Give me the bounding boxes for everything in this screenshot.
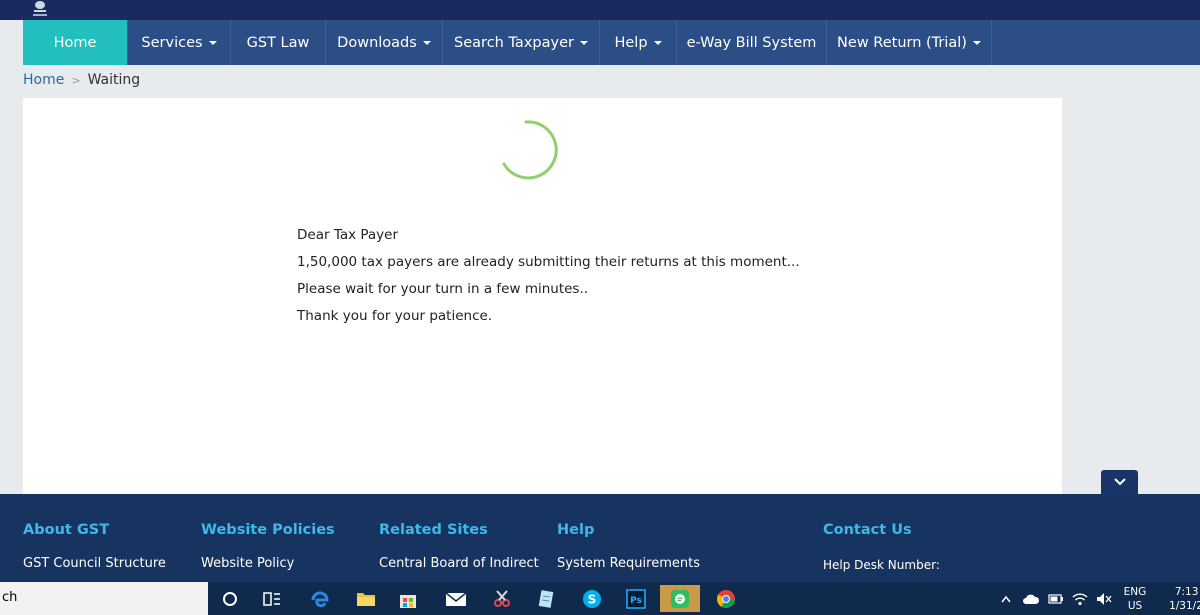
clock-time: 7:13 PM bbox=[1174, 585, 1200, 598]
waiting-message: Dear Tax Payer 1,50,000 tax payers are a… bbox=[297, 222, 800, 330]
chevron-down-icon bbox=[1113, 478, 1126, 486]
chevron-up-icon[interactable] bbox=[1000, 594, 1012, 604]
clock-date: 1/31/2020 bbox=[1169, 599, 1200, 612]
breadcrumb-separator-icon: > bbox=[71, 73, 81, 87]
emblem-logo-icon bbox=[33, 1, 47, 16]
chat-app-icon[interactable] bbox=[660, 585, 700, 612]
footer-link-cbic[interactable]: Central Board of Indirect bbox=[379, 556, 539, 571]
nav-search-taxpayer[interactable]: Search Taxpayer bbox=[443, 20, 600, 65]
footer-link-system-requirements[interactable]: System Requirements bbox=[557, 556, 700, 571]
nav-downloads-label: Downloads bbox=[337, 34, 417, 51]
breadcrumb: Home > Waiting bbox=[23, 72, 140, 88]
snipping-tool-icon[interactable] bbox=[482, 585, 522, 612]
nav-services-label: Services bbox=[141, 34, 203, 51]
skype-icon[interactable]: S bbox=[572, 585, 612, 612]
footer-help-column: Help System Requirements bbox=[557, 522, 700, 571]
nav-services[interactable]: Services bbox=[128, 20, 231, 65]
windows-taskbar: ch S Ps ENG US 7:13 1/31/2 bbox=[0, 582, 1200, 615]
loading-spinner-icon bbox=[502, 120, 558, 180]
nav-eway-bill-label: e-Way Bill System bbox=[686, 34, 817, 51]
system-tray: ENG US 7:13 PM 1/31/2020 bbox=[1000, 582, 1200, 615]
footer-link-gst-council[interactable]: GST Council Structure bbox=[23, 556, 166, 571]
region-code: US bbox=[1127, 599, 1143, 612]
main-navbar: Home Services GST Law Downloads Search T… bbox=[23, 20, 1200, 65]
footer-link-website-policy[interactable]: Website Policy bbox=[201, 556, 335, 571]
nav-new-return-label: New Return (Trial) bbox=[837, 34, 967, 51]
notepad-icon[interactable] bbox=[526, 585, 566, 612]
nav-gst-law-label: GST Law bbox=[246, 34, 310, 51]
chrome-icon[interactable] bbox=[706, 585, 746, 612]
nav-help[interactable]: Help bbox=[600, 20, 677, 65]
wifi-icon[interactable] bbox=[1072, 592, 1088, 606]
top-header-strip bbox=[0, 0, 1200, 20]
footer-policies-column: Website Policies Website Policy bbox=[201, 522, 335, 571]
footer-contact-column: Contact Us Help Desk Number: bbox=[823, 522, 940, 572]
nav-gst-law[interactable]: GST Law bbox=[231, 20, 326, 65]
footer-about-column: About GST GST Council Structure bbox=[23, 522, 166, 571]
message-load-info: 1,50,000 tax payers are already submitti… bbox=[297, 254, 800, 270]
breadcrumb-current: Waiting bbox=[87, 72, 141, 88]
language-code: ENG bbox=[1123, 585, 1147, 598]
footer-related-column: Related Sites Central Board of Indirect bbox=[379, 522, 539, 571]
nav-eway-bill[interactable]: e-Way Bill System bbox=[677, 20, 827, 65]
battery-icon[interactable] bbox=[1048, 593, 1064, 604]
caret-down-icon bbox=[653, 40, 662, 45]
nav-new-return[interactable]: New Return (Trial) bbox=[827, 20, 992, 65]
nav-downloads[interactable]: Downloads bbox=[326, 20, 443, 65]
nav-home-label: Home bbox=[53, 34, 97, 51]
cloud-icon[interactable] bbox=[1022, 593, 1040, 605]
footer-help-heading: Help bbox=[557, 522, 595, 538]
volume-muted-icon[interactable] bbox=[1096, 592, 1112, 606]
footer-policies-heading: Website Policies bbox=[201, 522, 335, 538]
footer-helpdesk-label: Help Desk Number: bbox=[823, 558, 940, 572]
taskbar-search-box[interactable]: ch bbox=[0, 582, 208, 615]
nav-help-label: Help bbox=[614, 34, 648, 51]
caret-down-icon bbox=[422, 40, 431, 45]
breadcrumb-home-link[interactable]: Home bbox=[23, 72, 64, 88]
taskbar-search-text: ch bbox=[2, 590, 18, 605]
photoshop-icon[interactable]: Ps bbox=[616, 585, 656, 612]
caret-down-icon bbox=[579, 40, 588, 45]
footer-contact-heading: Contact Us bbox=[823, 522, 912, 538]
message-greeting: Dear Tax Payer bbox=[297, 227, 399, 243]
svg-text:Ps: Ps bbox=[630, 596, 642, 606]
nav-search-taxpayer-label: Search Taxpayer bbox=[454, 34, 574, 51]
nav-home[interactable]: Home bbox=[23, 20, 128, 65]
file-explorer-icon[interactable] bbox=[346, 585, 386, 612]
edge-browser-icon[interactable] bbox=[300, 585, 340, 612]
caret-down-icon bbox=[972, 40, 981, 45]
scroll-down-button[interactable] bbox=[1101, 470, 1138, 494]
message-thanks: Thank you for your patience. bbox=[297, 308, 493, 324]
mail-icon[interactable] bbox=[436, 585, 476, 612]
language-indicator[interactable]: ENG US bbox=[1122, 585, 1148, 613]
footer-related-heading: Related Sites bbox=[379, 522, 488, 538]
store-icon[interactable] bbox=[388, 585, 428, 612]
footer-about-heading: About GST bbox=[23, 522, 110, 538]
svg-text:S: S bbox=[588, 592, 597, 606]
site-footer: About GST GST Council Structure Website … bbox=[0, 494, 1200, 582]
caret-down-icon bbox=[208, 40, 217, 45]
clock[interactable]: 7:13 PM 1/31/2020 bbox=[1160, 585, 1200, 613]
task-view-icon[interactable] bbox=[252, 585, 292, 612]
message-wait-request: Please wait for your turn in a few minut… bbox=[297, 281, 589, 297]
cortana-icon[interactable] bbox=[210, 585, 250, 612]
